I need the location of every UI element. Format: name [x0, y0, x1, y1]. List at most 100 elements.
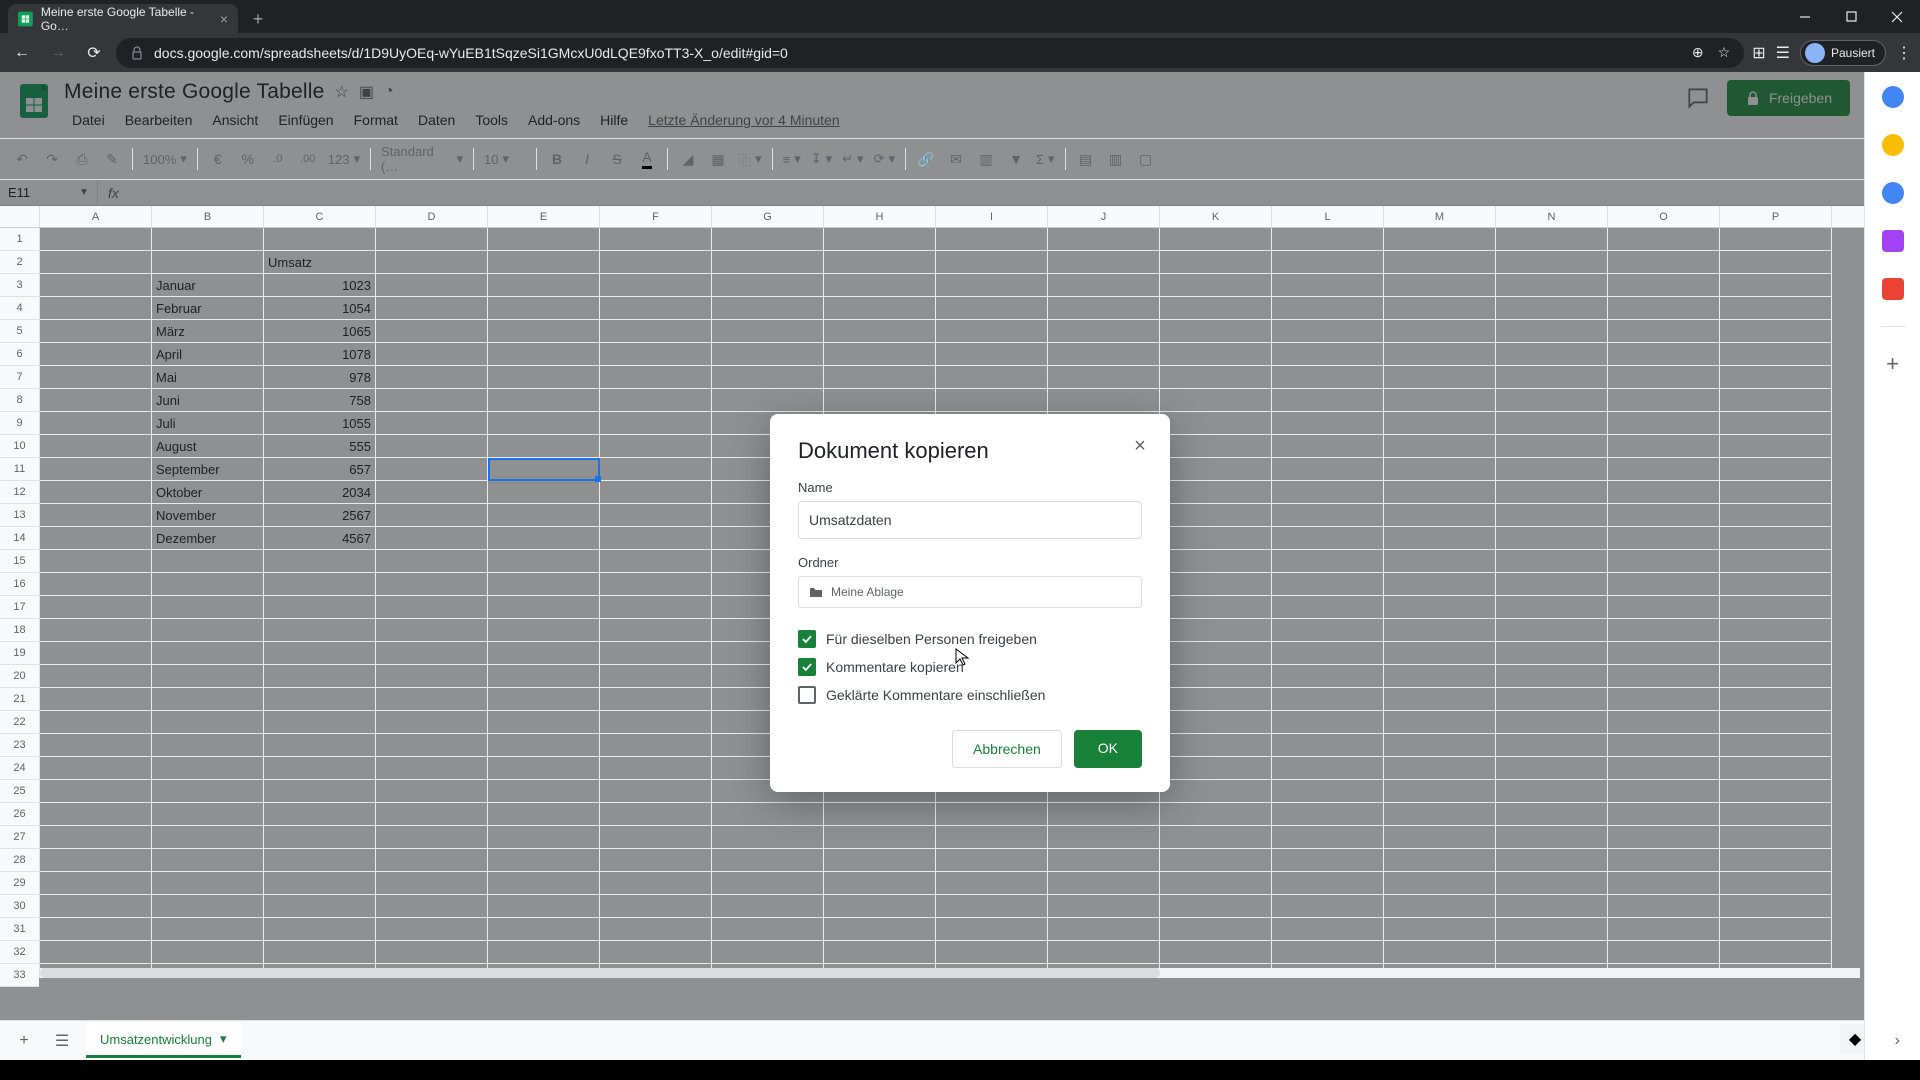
cell[interactable] — [936, 849, 1048, 872]
cell[interactable] — [1272, 688, 1384, 711]
cell[interactable] — [1496, 872, 1608, 895]
cell[interactable] — [600, 757, 712, 780]
cell[interactable] — [1160, 780, 1272, 803]
sheet-tab-active[interactable]: Umsatzentwicklung ▾ — [86, 1023, 241, 1058]
cell[interactable] — [264, 228, 376, 251]
cell[interactable] — [712, 251, 824, 274]
cell[interactable] — [1608, 665, 1720, 688]
cell[interactable] — [600, 688, 712, 711]
cell[interactable] — [1496, 527, 1608, 550]
cell[interactable] — [936, 297, 1048, 320]
cell[interactable] — [376, 803, 488, 826]
cell[interactable] — [1384, 251, 1496, 274]
cell[interactable]: Umsatz — [264, 251, 376, 274]
cell[interactable] — [1608, 550, 1720, 573]
cell[interactable] — [1272, 366, 1384, 389]
cell[interactable] — [152, 849, 264, 872]
cell[interactable] — [376, 343, 488, 366]
cell[interactable] — [264, 665, 376, 688]
cell[interactable] — [1496, 849, 1608, 872]
column-header[interactable]: J — [1048, 206, 1160, 227]
row-header[interactable]: 12 — [0, 481, 39, 504]
cell[interactable] — [1272, 734, 1384, 757]
cell[interactable] — [376, 596, 488, 619]
bold-button[interactable]: B — [543, 145, 571, 173]
cell[interactable]: 2567 — [264, 504, 376, 527]
cell[interactable] — [488, 481, 600, 504]
cell[interactable] — [1272, 435, 1384, 458]
cell[interactable] — [40, 642, 152, 665]
cell[interactable] — [264, 550, 376, 573]
cell[interactable] — [600, 228, 712, 251]
cell[interactable] — [1384, 803, 1496, 826]
cell[interactable] — [1272, 826, 1384, 849]
cell[interactable] — [600, 642, 712, 665]
rotate-select[interactable]: ⟳ ▾ — [870, 151, 899, 167]
cell[interactable]: März — [152, 320, 264, 343]
cell[interactable] — [40, 895, 152, 918]
cell[interactable] — [1496, 780, 1608, 803]
cell[interactable] — [1496, 711, 1608, 734]
cell[interactable]: Dezember — [152, 527, 264, 550]
cell[interactable] — [376, 918, 488, 941]
column-header[interactable]: I — [936, 206, 1048, 227]
cell[interactable] — [40, 481, 152, 504]
cell[interactable] — [1496, 458, 1608, 481]
cell[interactable] — [1720, 481, 1832, 504]
cell[interactable] — [712, 872, 824, 895]
cell[interactable]: 1055 — [264, 412, 376, 435]
row-header[interactable]: 4 — [0, 297, 39, 320]
cell[interactable] — [1720, 849, 1832, 872]
cell[interactable] — [1384, 228, 1496, 251]
cell[interactable] — [1160, 665, 1272, 688]
close-window-icon[interactable] — [1874, 0, 1920, 33]
cell[interactable] — [824, 849, 936, 872]
cell[interactable] — [152, 803, 264, 826]
cell[interactable] — [1496, 412, 1608, 435]
cell[interactable] — [1720, 366, 1832, 389]
cell[interactable] — [40, 527, 152, 550]
column-header[interactable]: B — [152, 206, 264, 227]
row-header[interactable]: 29 — [0, 872, 39, 895]
cell[interactable] — [152, 734, 264, 757]
cell[interactable] — [1384, 366, 1496, 389]
cell[interactable] — [600, 251, 712, 274]
cell[interactable] — [1384, 688, 1496, 711]
cell[interactable] — [488, 320, 600, 343]
cell[interactable] — [1160, 734, 1272, 757]
cell[interactable] — [1720, 619, 1832, 642]
cell[interactable] — [376, 826, 488, 849]
cell[interactable] — [1384, 895, 1496, 918]
cell[interactable] — [600, 550, 712, 573]
row-header[interactable]: 15 — [0, 550, 39, 573]
cell[interactable] — [1608, 527, 1720, 550]
cell[interactable] — [488, 412, 600, 435]
strikethrough-button[interactable]: S — [603, 145, 631, 173]
cell[interactable] — [936, 228, 1048, 251]
cell[interactable] — [1496, 481, 1608, 504]
cell[interactable] — [1720, 757, 1832, 780]
cell[interactable] — [600, 711, 712, 734]
row-header[interactable]: 9 — [0, 412, 39, 435]
cell[interactable] — [1048, 251, 1160, 274]
cell[interactable] — [1720, 711, 1832, 734]
cell[interactable] — [1384, 780, 1496, 803]
cell[interactable] — [600, 872, 712, 895]
cell[interactable] — [936, 274, 1048, 297]
cell[interactable] — [1272, 573, 1384, 596]
row-header[interactable]: 3 — [0, 274, 39, 297]
cell[interactable] — [1384, 872, 1496, 895]
cell[interactable] — [712, 389, 824, 412]
cell[interactable] — [488, 504, 600, 527]
cell[interactable] — [1384, 343, 1496, 366]
column-header[interactable]: P — [1720, 206, 1832, 227]
cell[interactable] — [1160, 320, 1272, 343]
cell[interactable] — [1272, 780, 1384, 803]
cell[interactable] — [1720, 734, 1832, 757]
halign-select[interactable]: ≡ ▾ — [779, 151, 805, 167]
row-header[interactable]: 20 — [0, 665, 39, 688]
cell[interactable] — [376, 366, 488, 389]
cell[interactable] — [264, 918, 376, 941]
cell[interactable] — [1608, 757, 1720, 780]
cell[interactable]: Januar — [152, 274, 264, 297]
